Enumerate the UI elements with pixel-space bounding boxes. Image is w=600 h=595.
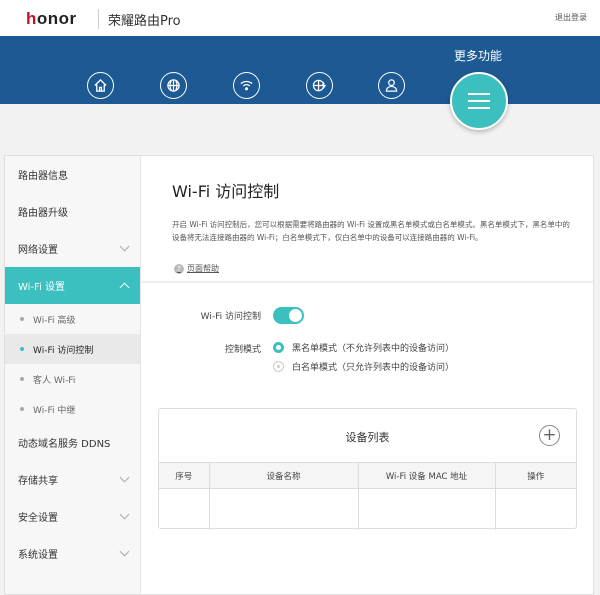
sidebar-item-security[interactable]: 安全设置 [5,498,140,535]
logout-link[interactable]: 退出登录 [555,12,587,23]
page-title: Wi-Fi 访问控制 [172,182,280,201]
sidebar: 路由器信息 路由器升级 网络设置 Wi-Fi 设置 Wi-Fi 高级 Wi-Fi… [5,156,141,594]
radio-label: 白名单模式（只允许列表中的设备访问） [292,363,455,373]
sidebar-item-label: Wi-Fi 设置 [18,282,66,293]
sidebar-item-router-upgrade[interactable]: 路由器升级 [5,193,140,230]
radio-whitelist[interactable]: 白名单模式（只允许列表中的设备访问） [273,360,454,373]
help-label: 页面帮助 [187,264,219,273]
page-help-link[interactable]: ? 页面帮助 [174,263,219,274]
top-bar: honor 荣耀路由Pro 退出登录 [0,0,600,36]
sidebar-item-label: 安全设置 [18,513,58,524]
chevron-down-icon [119,472,130,483]
toggle-label: Wi-Fi 访问控制 [200,312,261,322]
chevron-down-icon [119,546,130,557]
sidebar-item-ddns[interactable]: 动态域名服务 DDNS [5,424,140,461]
radio-label: 黑名单模式（不允许列表中的设备访问） [292,344,455,354]
more-features-button[interactable] [450,72,508,130]
wifi-access-control-toggle[interactable] [273,307,304,324]
sidebar-item-label: 系统设置 [18,550,58,561]
device-table: 序号 设备名称 Wi-Fi 设备 MAC 地址 操作 [159,462,576,530]
user-icon[interactable] [378,72,405,99]
device-list: 设备列表 + 序号 设备名称 Wi-Fi 设备 MAC 地址 操作 [158,408,577,530]
chevron-down-icon [119,241,130,252]
column-header: 设备名称 [209,462,359,489]
sidebar-item-router-info[interactable]: 路由器信息 [5,156,140,193]
sidebar-item-label: Wi-Fi 高级 [33,315,76,326]
sidebar-item-label: 存储共享 [18,476,58,487]
sidebar-sub-wifi-access-control[interactable]: Wi-Fi 访问控制 [5,334,140,364]
home-icon[interactable] [87,72,114,99]
sidebar-sub-wifi-relay[interactable]: Wi-Fi 中继 [5,394,140,424]
main-panel: Wi-Fi 访问控制 开启 Wi-Fi 访问控制后，您可以根据需要将路由器的 W… [141,156,593,594]
radio-checked-icon [273,342,284,353]
sidebar-item-label: 客人 Wi-Fi [33,375,76,386]
sidebar-item-label: 网络设置 [18,245,58,256]
more-features-label: 更多功能 [454,49,503,63]
divider [98,9,99,29]
page-description: 开启 Wi-Fi 访问控制后，您可以根据需要将路由器的 Wi-Fi 设置成黑名单… [172,220,570,242]
sidebar-item-label: Wi-Fi 访问控制 [33,345,94,356]
honor-logo: honor [26,9,77,28]
table-row [159,488,576,530]
sidebar-sub-wifi-advanced[interactable]: Wi-Fi 高级 [5,304,140,334]
radio-unchecked-icon [273,361,284,372]
sidebar-item-system[interactable]: 系统设置 [5,535,140,572]
sidebar-sub-guest-wifi[interactable]: 客人 Wi-Fi [5,364,140,394]
product-name: 荣耀路由Pro [108,14,181,29]
chevron-up-icon [119,282,130,293]
sidebar-item-network[interactable]: 网络设置 [5,230,140,267]
sidebar-item-label: Wi-Fi 中继 [33,405,76,416]
column-header: Wi-Fi 设备 MAC 地址 [358,462,496,489]
divider [141,281,593,283]
mode-label: 控制模式 [224,345,261,355]
help-icon: ? [174,263,184,274]
chevron-down-icon [119,509,130,520]
sidebar-item-wifi-settings[interactable]: Wi-Fi 设置 [5,267,140,304]
wifi-icon[interactable] [233,72,260,99]
device-list-title: 设备列表 [345,431,390,444]
globe-icon[interactable] [160,72,187,99]
add-device-button[interactable]: + [539,425,560,446]
radio-blacklist[interactable]: 黑名单模式（不允许列表中的设备访问） [273,341,454,354]
column-header: 序号 [159,462,210,489]
column-header: 操作 [495,462,576,489]
internet-settings-icon[interactable] [306,72,333,99]
table-header: 序号 设备名称 Wi-Fi 设备 MAC 地址 操作 [159,462,576,489]
sidebar-item-storage[interactable]: 存储共享 [5,461,140,498]
content-card: 路由器信息 路由器升级 网络设置 Wi-Fi 设置 Wi-Fi 高级 Wi-Fi… [4,155,594,595]
